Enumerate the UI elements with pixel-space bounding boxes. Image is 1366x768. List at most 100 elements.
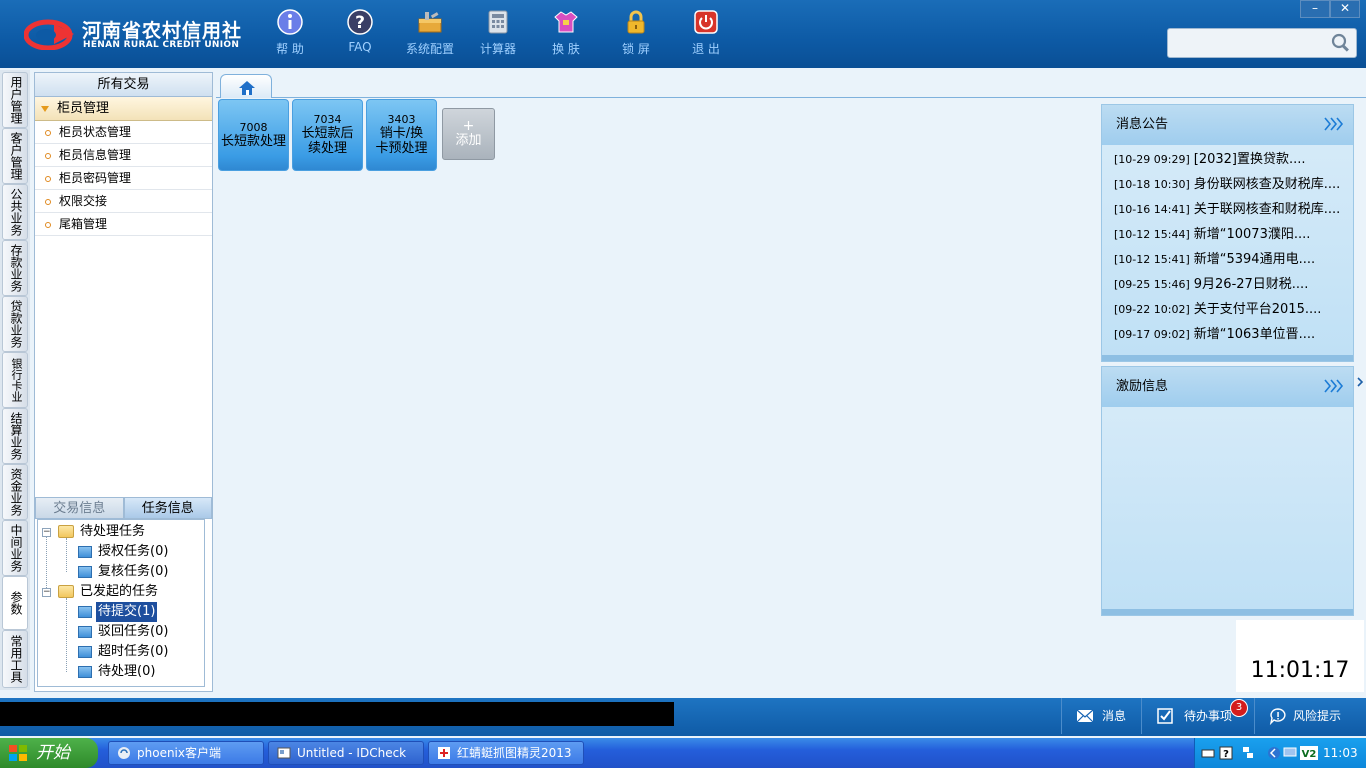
tree-node-authorization[interactable]: 授权任务(0) — [38, 542, 204, 562]
taskbar-item-capture-tool[interactable]: 红蜻蜓抓图精灵2013 — [428, 741, 584, 765]
shortcut-tile-7034[interactable]: 7034 长短款后 续处理 — [292, 99, 363, 171]
teller-management-group[interactable]: 柜员管理 — [35, 97, 212, 121]
tree-node-label: 驳回任务(0) — [98, 624, 169, 639]
logo: 河南省农村信用社 HENAN RURAL CREDIT UNION — [24, 14, 241, 54]
taskbar-item-idcheck[interactable]: Untitled - IDCheck — [268, 741, 424, 765]
tile-name: 销卡/换 卡预处理 — [375, 126, 428, 156]
notice-item[interactable]: [10-18 10:30] 身份联网核查及财税库.... — [1102, 172, 1353, 197]
tab-strip — [216, 72, 1366, 98]
folder-open-icon — [58, 585, 74, 598]
tab-task-info[interactable]: 任务信息 — [123, 497, 212, 519]
search-box — [1167, 28, 1357, 58]
vnav-loan-business[interactable]: 贷款业务 — [2, 296, 28, 352]
expand-arrow-icon — [41, 105, 49, 112]
risk-alert-button[interactable]: 风险提示 — [1254, 698, 1366, 734]
notice-item[interactable]: [10-12 15:44] 新增“10073濮阳.... — [1102, 222, 1353, 247]
notice-panel-title: 消息公告 — [1102, 105, 1353, 145]
shortcut-tile-3403[interactable]: 3403 销卡/换 卡预处理 — [366, 99, 437, 171]
close-button[interactable]: ✕ — [1330, 0, 1360, 18]
help-tray-icon[interactable]: ? — [1219, 745, 1233, 761]
faq-button[interactable]: ? FAQ — [330, 8, 390, 60]
incentive-panel-title: 激励信息 — [1102, 367, 1353, 407]
notice-time: [10-18 10:30] — [1114, 178, 1190, 191]
tree-node-started[interactable]: − 已发起的任务 — [38, 582, 204, 602]
tree-node-label: 已发起的任务 — [80, 584, 159, 599]
vnav-user-management[interactable]: 用户管理 — [2, 72, 28, 128]
notice-item[interactable]: [09-22 10:02] 关于支付平台2015.... — [1102, 297, 1353, 322]
tab-transaction-info[interactable]: 交易信息 — [35, 497, 124, 519]
tree-node-label: 授权任务(0) — [98, 544, 169, 559]
start-button[interactable]: 开始 — [0, 738, 98, 768]
collapse-side-arrow-icon[interactable] — [1356, 362, 1364, 402]
notice-text: 身份联网核查及财税库.... — [1193, 177, 1341, 192]
vnav-card-business[interactable]: 银行卡业务 — [0, 352, 28, 408]
app-header: 河南省农村信用社 HENAN RURAL CREDIT UNION 帮 助 ? … — [0, 0, 1366, 68]
more-arrows-icon[interactable] — [1323, 115, 1345, 133]
status-message-area — [0, 702, 674, 726]
system-config-button[interactable]: 系统配置 — [400, 8, 460, 60]
folder-icon — [78, 546, 92, 558]
more-arrows-icon[interactable] — [1323, 377, 1345, 395]
notice-item[interactable]: [10-29 09:29] [2032]置换贷款.... — [1102, 147, 1353, 172]
taskbar-clock: 11:03 — [1323, 746, 1358, 760]
notice-text: 关于联网核查和财税库.... — [1193, 202, 1341, 217]
question-icon: ? — [347, 9, 373, 35]
vnav-common-tools[interactable]: 常用工具 — [2, 630, 28, 688]
tree-node-to-process[interactable]: 待处理(0) — [38, 662, 204, 682]
menu-item-label: 柜员密码管理 — [59, 171, 132, 185]
notice-item[interactable]: [10-16 14:41] 关于联网核查和财税库.... — [1102, 197, 1353, 222]
back-arrow-icon[interactable] — [1267, 745, 1281, 761]
todo-label: 待办事项 — [1184, 709, 1233, 723]
vnav-public-business[interactable]: 公共业务 — [2, 184, 28, 240]
keyboard-icon[interactable] — [1201, 745, 1215, 761]
exit-button[interactable]: 退 出 — [676, 8, 736, 60]
vnav-deposit-business[interactable]: 存款业务 — [2, 240, 28, 296]
tree-node-to-submit[interactable]: 待提交(1) — [38, 602, 204, 622]
vnav-intermediate-business[interactable]: 中间业务 — [2, 520, 28, 576]
vnav-parameters[interactable]: 参数 — [2, 576, 28, 630]
group-label: 柜员管理 — [57, 101, 110, 116]
collapse-icon[interactable]: − — [42, 528, 51, 537]
vnav-customer-management[interactable]: 客户管理 — [2, 128, 28, 184]
notice-item[interactable]: [09-17 09:02] 新增“1063单位晋.... — [1102, 322, 1353, 347]
shortcut-tile-7008[interactable]: 7008 长短款处理 — [218, 99, 289, 171]
svg-text:?: ? — [1223, 749, 1229, 760]
panel-footer — [1102, 355, 1353, 361]
notice-item[interactable]: [10-12 15:41] 新增“5394通用电.... — [1102, 247, 1353, 272]
vnav-fund-business[interactable]: 资金业务 — [2, 464, 28, 520]
search-icon[interactable] — [1330, 32, 1352, 54]
bullet-icon — [45, 129, 51, 136]
tree-node-rejected[interactable]: 驳回任务(0) — [38, 622, 204, 642]
menu-item-teller-password[interactable]: 柜员密码管理 — [35, 167, 212, 190]
menu-item-teller-status[interactable]: 柜员状态管理 — [35, 121, 212, 144]
tab-home[interactable] — [220, 74, 272, 98]
tree-node-pending[interactable]: − 待处理任务 — [38, 522, 204, 542]
panel-title: 所有交易 — [35, 73, 212, 97]
minimize-button[interactable]: – — [1300, 0, 1330, 18]
lock-screen-button[interactable]: 锁 屏 — [606, 8, 666, 60]
tree-node-review[interactable]: 复核任务(0) — [38, 562, 204, 582]
add-shortcut-button[interactable]: + 添加 — [442, 108, 495, 160]
taskbar-item-phoenix[interactable]: phoenix客户端 — [108, 741, 264, 765]
calculator-button[interactable]: 计算器 — [468, 8, 528, 60]
toolbox-icon — [418, 12, 442, 33]
bullet-icon — [45, 175, 51, 182]
collapse-icon[interactable]: − — [42, 588, 51, 597]
tile-code: 7034 — [313, 113, 342, 126]
messages-button[interactable]: 消息 — [1061, 698, 1141, 734]
tree-node-timeout[interactable]: 超时任务(0) — [38, 642, 204, 662]
v2-app-icon[interactable]: V2 — [1299, 745, 1319, 761]
vnav-settlement-business[interactable]: 结算业务 — [2, 408, 28, 464]
search-input[interactable] — [1174, 34, 1324, 52]
menu-item-teller-info[interactable]: 柜员信息管理 — [35, 144, 212, 167]
menu-item-cash-box[interactable]: 尾箱管理 — [35, 213, 212, 236]
notice-item[interactable]: [09-25 15:46] 9月26-27日财税.... — [1102, 272, 1353, 297]
help-button[interactable]: 帮 助 — [260, 8, 320, 60]
lock-screen-label: 锁 屏 — [622, 42, 650, 56]
monitor-icon[interactable] — [1283, 745, 1297, 761]
network-icon[interactable] — [1241, 745, 1255, 761]
change-skin-button[interactable]: 换 肤 — [536, 8, 596, 60]
start-label: 开始 — [36, 743, 70, 763]
menu-item-permission-handover[interactable]: 权限交接 — [35, 190, 212, 213]
tile-name: 长短款后 续处理 — [301, 126, 354, 156]
